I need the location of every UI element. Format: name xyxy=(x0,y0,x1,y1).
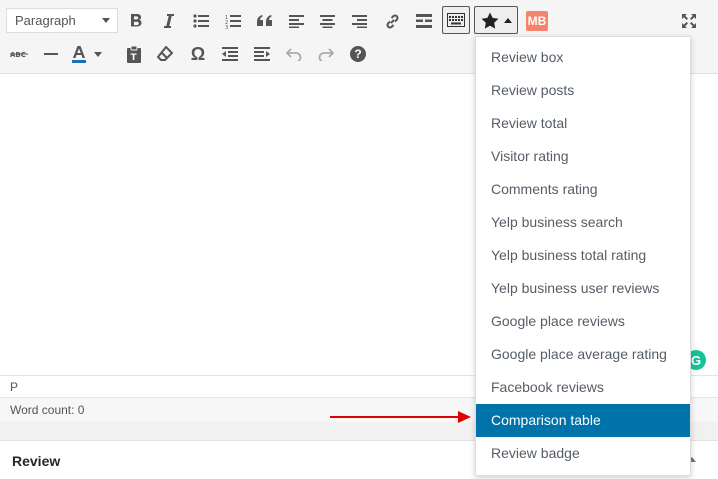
italic-button[interactable] xyxy=(155,7,183,35)
align-center-icon xyxy=(319,14,335,28)
fullscreen-icon xyxy=(682,14,696,28)
italic-icon xyxy=(164,14,174,28)
text-color-button[interactable] xyxy=(68,40,112,68)
align-left-button[interactable] xyxy=(282,7,310,35)
star-icon xyxy=(481,12,498,29)
eraser-icon xyxy=(157,46,173,61)
review-shortcodes-menu: Review box Review posts Review total Visito… xyxy=(475,36,691,476)
toolbar-toggle-button[interactable] xyxy=(442,6,470,34)
caret-up-icon xyxy=(503,17,512,23)
undo-icon xyxy=(286,48,302,61)
menu-item-google-place-reviews[interactable]: Google place reviews xyxy=(476,305,690,338)
read-more-icon xyxy=(416,14,432,28)
blockquote-icon xyxy=(257,15,272,26)
redo-button[interactable] xyxy=(312,40,340,68)
text-color-icon xyxy=(72,46,86,63)
special-character-button[interactable]: Ω xyxy=(184,40,212,68)
word-count-text: Word count: 0 xyxy=(10,403,85,417)
undo-button[interactable] xyxy=(280,40,308,68)
svg-text:T: T xyxy=(131,53,138,63)
menu-item-facebook-reviews[interactable]: Facebook reviews xyxy=(476,371,690,404)
horizontal-line-button[interactable] xyxy=(37,40,65,68)
redo-icon xyxy=(318,48,334,61)
keyboard-icon xyxy=(447,13,465,27)
insert-link-button[interactable] xyxy=(378,7,406,35)
clipboard-icon: T xyxy=(127,45,141,63)
strikethrough-icon: ABC xyxy=(10,51,28,59)
omega-icon: Ω xyxy=(190,43,206,64)
menu-item-review-badge[interactable]: Review badge xyxy=(476,437,690,470)
menu-item-comments-rating[interactable]: Comments rating xyxy=(476,173,690,206)
numbered-list-button[interactable]: 123 xyxy=(219,7,247,35)
format-select-value: Paragraph xyxy=(15,13,76,28)
menu-item-review-box[interactable]: Review box xyxy=(476,41,690,74)
mb-logo-button[interactable]: MB xyxy=(523,7,551,35)
indent-button[interactable] xyxy=(248,40,276,68)
align-right-button[interactable] xyxy=(345,7,373,35)
bold-icon xyxy=(131,14,142,27)
fullscreen-button[interactable] xyxy=(675,7,703,35)
help-icon: ? xyxy=(350,46,366,62)
format-select[interactable]: Paragraph xyxy=(6,8,118,33)
menu-item-visitor-rating[interactable]: Visitor rating xyxy=(476,140,690,173)
review-metabox-title[interactable]: Review xyxy=(12,453,60,469)
menu-item-yelp-business-search[interactable]: Yelp business search xyxy=(476,206,690,239)
read-more-button[interactable] xyxy=(410,7,438,35)
menu-item-review-total[interactable]: Review total xyxy=(476,107,690,140)
clear-formatting-button[interactable] xyxy=(151,40,179,68)
svg-text:ABC: ABC xyxy=(10,51,26,59)
bulleted-list-button[interactable] xyxy=(187,7,215,35)
outdent-icon xyxy=(222,47,238,61)
svg-text:3: 3 xyxy=(225,25,228,29)
menu-item-yelp-business-user-reviews[interactable]: Yelp business user reviews xyxy=(476,272,690,305)
menu-item-google-place-average-rating[interactable]: Google place average rating xyxy=(476,338,690,371)
bulleted-list-icon xyxy=(193,14,209,28)
bold-button[interactable] xyxy=(122,7,150,35)
link-icon xyxy=(386,14,398,28)
horizontal-line-icon xyxy=(44,53,58,55)
strikethrough-button[interactable]: ABC xyxy=(5,40,33,68)
chevron-down-icon xyxy=(102,18,110,23)
blockquote-button[interactable] xyxy=(251,7,279,35)
chevron-down-icon xyxy=(94,51,102,57)
annotation-arrow xyxy=(330,411,471,423)
menu-item-review-posts[interactable]: Review posts xyxy=(476,74,690,107)
menu-item-yelp-business-total-rating[interactable]: Yelp business total rating xyxy=(476,239,690,272)
keyboard-shortcuts-button[interactable]: ? xyxy=(344,40,372,68)
paste-as-text-button[interactable]: T xyxy=(120,40,148,68)
menu-item-comparison-table[interactable]: Comparison table xyxy=(476,404,690,437)
align-right-icon xyxy=(351,14,367,28)
review-shortcodes-button[interactable] xyxy=(474,6,518,34)
indent-icon xyxy=(254,47,270,61)
numbered-list-icon: 123 xyxy=(225,14,241,29)
mb-logo: MB xyxy=(526,11,548,31)
align-center-button[interactable] xyxy=(313,7,341,35)
align-left-icon xyxy=(288,14,304,28)
outdent-button[interactable] xyxy=(216,40,244,68)
path-text[interactable]: P xyxy=(10,380,18,394)
